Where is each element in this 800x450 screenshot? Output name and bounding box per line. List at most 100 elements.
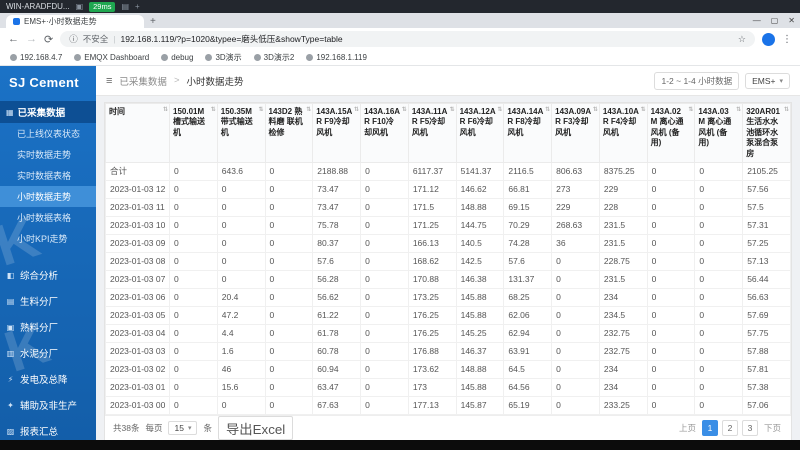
value-cell: 176.88 xyxy=(407,341,457,361)
value-cell: 57.25 xyxy=(742,233,791,253)
chevron-down-icon: ▾ xyxy=(187,425,192,433)
bookmark-item[interactable]: EMQX Dashboard xyxy=(74,53,149,62)
cement-plant-icon: ▥ xyxy=(6,348,15,358)
column-header-2[interactable]: 143D2 熟料磨 联机检修 ⇅ xyxy=(264,103,314,163)
chevron-down-icon: ▾ xyxy=(779,77,783,85)
value-cell: 0 xyxy=(360,323,409,343)
per-page-select[interactable]: 15 ▾ xyxy=(168,421,198,436)
value-cell: 0 xyxy=(264,251,314,271)
profile-avatar[interactable] xyxy=(762,32,775,46)
column-header-time[interactable]: 时间 ⇅ xyxy=(105,103,170,163)
value-cell: 0 xyxy=(551,305,600,325)
sidebar-item-6[interactable]: ▨ 报表汇总 xyxy=(0,419,96,440)
browser-tab[interactable]: EMS+·小时数据走势 xyxy=(6,15,144,28)
column-header-6[interactable]: 143A.12AR F6冷却风机 ⇅ xyxy=(455,103,505,163)
source-select[interactable]: EMS+ ▾ xyxy=(745,72,790,89)
value-cell: 57.31 xyxy=(742,215,791,235)
url-field[interactable]: ⓘ 不安全 | 192.168.1.119/?p=1020&typee=磨头低压… xyxy=(60,31,755,47)
value-cell: 61.22 xyxy=(312,305,362,325)
table-row: 2023-01-03 12 0 0 0 73.47 0 171.12 146.62 66.81 2… xyxy=(105,179,791,199)
column-header-8[interactable]: 143A.09AR F3冷却风机 ⇅ xyxy=(551,103,600,163)
time-cell: 2023-01-03 01 xyxy=(105,377,170,397)
column-header-4[interactable]: 143A.16AR F10冷却风机 ⇅ xyxy=(360,103,409,163)
export-excel-button[interactable]: 导出Excel xyxy=(217,416,294,441)
next-page-button[interactable]: 下页 xyxy=(762,422,783,434)
sidebar-item-0[interactable]: ◧ 综合分析 xyxy=(0,263,96,287)
value-cell: 0 xyxy=(694,179,744,199)
column-header-label: 143A.02M 离心通风机 (备用) xyxy=(650,107,684,148)
minimize-icon[interactable]: — xyxy=(753,16,761,25)
column-header-1[interactable]: 150.35M 带式输送机 ⇅ xyxy=(216,103,266,163)
value-cell: 56.63 xyxy=(742,287,791,307)
sidebar-section-collected-data[interactable]: ▦ 已采集数据 xyxy=(0,101,96,123)
value-cell: 69.15 xyxy=(503,197,553,217)
bookmark-item[interactable]: 192.168.4.7 xyxy=(10,53,62,62)
sidebar-item-3[interactable]: ▥ 水泥分厂 xyxy=(0,341,96,365)
page-button-1[interactable]: 1 xyxy=(701,420,718,437)
column-header-7[interactable]: 143A.14AR F8冷却风机 ⇅ xyxy=(503,103,553,163)
source-select-value: EMS+ xyxy=(752,75,776,86)
globe-icon xyxy=(10,54,17,61)
bookmark-item[interactable]: debug xyxy=(161,53,193,62)
value-cell: 0 xyxy=(216,269,266,289)
column-header-label: 143A.14AR F8冷却风机 xyxy=(507,107,544,137)
value-cell: 61.78 xyxy=(312,323,362,343)
breadcrumb-parent[interactable]: 已采集数据 xyxy=(119,74,167,88)
column-header-5[interactable]: 143A.11AR F5冷却风机 ⇅ xyxy=(407,103,457,163)
column-header-10[interactable]: 143A.02M 离心通风机 (备用) ⇅ xyxy=(646,103,696,163)
report-icon: ▨ xyxy=(6,426,15,436)
value-cell: 62.94 xyxy=(503,323,553,343)
page-button-2[interactable]: 2 xyxy=(721,420,738,437)
sidebar-subitem-3[interactable]: 小时数据走势 xyxy=(0,186,96,207)
sort-icon: ⇅ xyxy=(545,107,551,113)
forward-icon[interactable]: → xyxy=(26,33,37,45)
sidebar-item-1[interactable]: ▤ 生料分厂 xyxy=(0,289,96,313)
add-icon[interactable]: + xyxy=(135,2,140,11)
collapse-menu-icon[interactable]: ≡ xyxy=(106,75,112,87)
sidebar-item-4[interactable]: ⚡ 发电及总降 xyxy=(0,367,96,391)
raw-material-plant-icon: ▤ xyxy=(6,296,15,306)
back-icon[interactable]: ← xyxy=(8,33,19,45)
sidebar-item-5[interactable]: ✦ 辅助及非生产 xyxy=(0,393,96,417)
table-row: 2023-01-03 10 0 0 0 75.78 0 171.25 144.75 70.29 2… xyxy=(105,215,791,235)
bookmark-item[interactable]: 3D演示2 xyxy=(253,52,294,63)
value-cell: 57.6 xyxy=(312,251,362,271)
bookmark-star-icon[interactable]: ☆ xyxy=(738,34,746,45)
maximize-icon[interactable]: ▢ xyxy=(771,16,779,25)
bookmark-item[interactable]: 3D演示 xyxy=(205,52,242,63)
sidebar-subitem-4[interactable]: 小时数据表格 xyxy=(0,207,96,228)
sidebar-subitem-5[interactable]: 小时KPI走势 xyxy=(0,228,96,249)
time-cell: 2023-01-03 04 xyxy=(105,323,170,343)
sidebar-item-2[interactable]: ▣ 熟料分厂 xyxy=(0,315,96,339)
prev-page-button[interactable]: 上页 xyxy=(677,422,698,434)
table-row: 2023-01-03 06 0 20.4 0 56.62 0 173.25 145.88 68.… xyxy=(105,287,791,307)
auxiliary-icon: ✦ xyxy=(7,400,14,410)
close-icon[interactable]: ✕ xyxy=(788,16,795,25)
column-header-0[interactable]: 150.01M 槽式输送机 ⇅ xyxy=(169,103,218,163)
column-header-11[interactable]: 143A.03M 离心通风机 (备用) ⇅ xyxy=(694,103,744,163)
sidebar-subitem-1[interactable]: 实时数据走势 xyxy=(0,144,96,165)
refresh-icon[interactable]: ⟳ xyxy=(44,33,53,46)
time-cell: 2023-01-03 11 xyxy=(105,197,170,217)
column-header-9[interactable]: 143A.10AR F4冷却风机 ⇅ xyxy=(598,103,648,163)
sidebar-subitem-0[interactable]: 已上线仪表状态 xyxy=(0,123,96,144)
column-header-3[interactable]: 143A.15AR F9冷却风机 ⇅ xyxy=(312,103,362,163)
browser-menu-icon[interactable]: ⋮ xyxy=(782,34,792,45)
value-cell: 57.88 xyxy=(742,341,791,361)
sidebar-subitem-2[interactable]: 实时数据表格 xyxy=(0,165,96,186)
time-cell: 2023-01-03 07 xyxy=(105,269,170,289)
page-button-3[interactable]: 3 xyxy=(741,420,758,437)
value-cell: 177.13 xyxy=(407,395,457,415)
column-header-12[interactable]: 320AR01 生活水水池循环水泵混合泵房 ⇅ xyxy=(742,103,791,163)
new-tab-button[interactable]: + xyxy=(150,16,156,27)
value-cell: 80.37 xyxy=(312,233,362,253)
value-cell: 0 xyxy=(216,233,266,253)
value-cell: 47.2 xyxy=(216,305,266,325)
value-cell: 171.25 xyxy=(407,215,457,235)
globe-icon xyxy=(253,54,261,61)
bookmark-item[interactable]: 192.168.1.119 xyxy=(306,53,367,62)
value-cell: 62.06 xyxy=(503,305,553,325)
value-cell: 57.5 xyxy=(742,197,791,217)
date-range-chip[interactable]: 1-2 ~ 1-4 小时数据 xyxy=(654,71,740,90)
value-cell: 0 xyxy=(264,161,314,181)
